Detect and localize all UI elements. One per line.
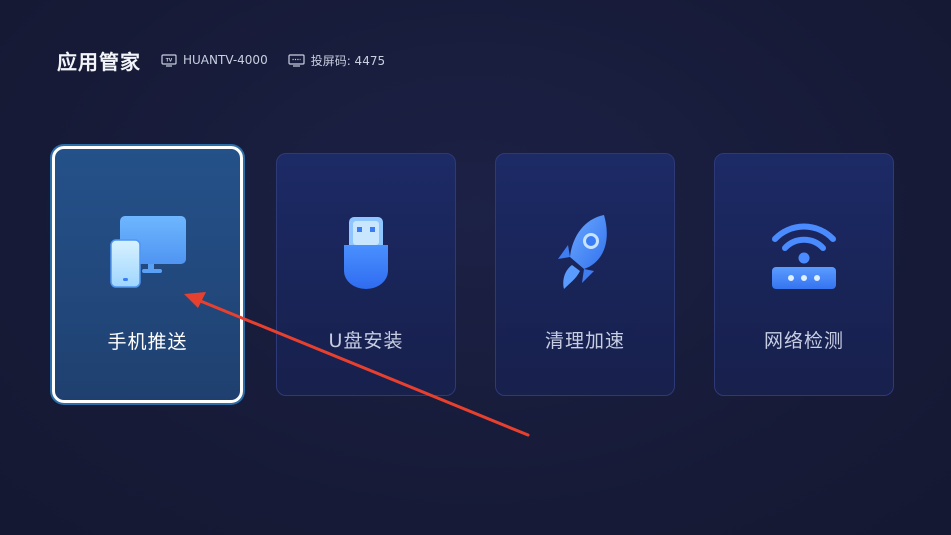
card-label: 网络检测 <box>763 330 844 352</box>
card-network-check[interactable]: 网络检测 <box>714 153 894 396</box>
phone-monitor-icon <box>109 216 186 288</box>
rocket-icon <box>558 215 607 289</box>
card-label: U盘安装 <box>328 330 404 352</box>
function-cards: 手机推送 U盘安装 清理加速 网络检测 <box>0 0 951 535</box>
card-label: 手机推送 <box>107 331 188 353</box>
wifi-router-icon <box>772 223 836 289</box>
card-label: 清理加速 <box>544 330 625 352</box>
card-usb-install[interactable]: U盘安装 <box>276 153 456 396</box>
app-manager-screen: 应用管家 TV HUANTV-4000 投屏码: 4475 手机推送 U盘安装 … <box>0 0 951 535</box>
card-cleanup[interactable]: 清理加速 <box>495 153 675 396</box>
usb-drive-icon <box>344 217 388 289</box>
card-phone-push[interactable]: 手机推送 <box>52 146 243 403</box>
